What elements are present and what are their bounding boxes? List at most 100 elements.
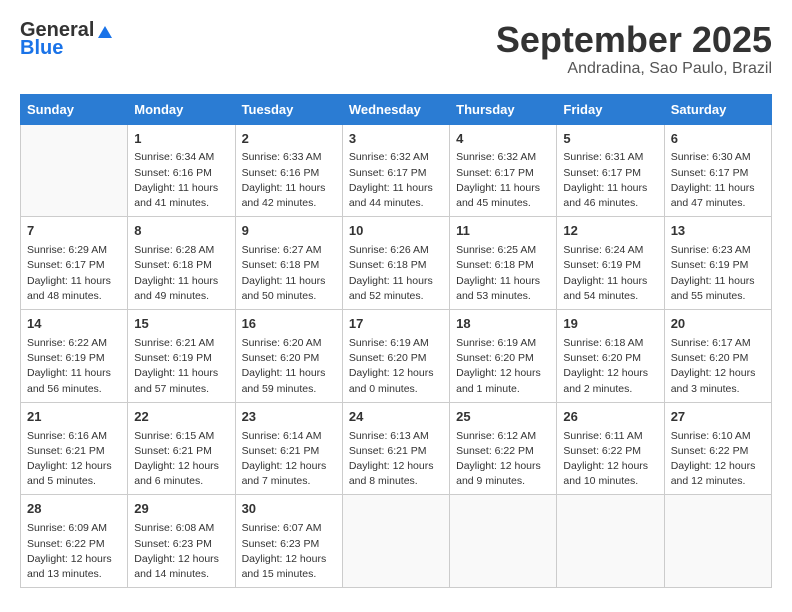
day-number: 21	[27, 408, 121, 427]
day-number: 14	[27, 315, 121, 334]
day-number: 10	[349, 222, 443, 241]
sun-info: Sunrise: 6:07 AMSunset: 6:23 PMDaylight:…	[242, 521, 336, 582]
calendar-cell: 12 Sunrise: 6:24 AMSunset: 6:19 PMDayligh…	[557, 217, 664, 310]
calendar-cell: 24 Sunrise: 6:13 AMSunset: 6:21 PMDayligh…	[342, 402, 449, 495]
weekday-header: Friday	[557, 94, 664, 124]
calendar-cell: 2Sunrise: 6:33 AMSunset: 6:16 PMDaylight…	[235, 124, 342, 217]
calendar-week-row: 1Sunrise: 6:34 AMSunset: 6:16 PMDaylight…	[21, 124, 772, 217]
location-subtitle: Andradina, Sao Paulo, Brazil	[496, 60, 772, 78]
calendar-cell: 3Sunrise: 6:32 AMSunset: 6:17 PMDaylight…	[342, 124, 449, 217]
logo: General Blue	[20, 20, 114, 58]
calendar-week-row: 28 Sunrise: 6:09 AMSunset: 6:22 PMDayligh…	[21, 495, 772, 588]
title-block: September 2025 Andradina, Sao Paulo, Bra…	[496, 20, 772, 78]
day-number: 26	[563, 408, 657, 427]
calendar-cell: 8Sunrise: 6:28 AMSunset: 6:18 PMDaylight…	[128, 217, 235, 310]
day-number: 6	[671, 130, 765, 149]
day-number: 2	[242, 130, 336, 149]
weekday-header: Tuesday	[235, 94, 342, 124]
sun-info: Sunrise: 6:14 AMSunset: 6:21 PMDaylight:…	[242, 429, 336, 490]
weekday-header: Wednesday	[342, 94, 449, 124]
sun-info: Sunrise: 6:18 AMSunset: 6:20 PMDaylight:…	[563, 336, 657, 397]
calendar-week-row: 21 Sunrise: 6:16 AMSunset: 6:21 PMDayligh…	[21, 402, 772, 495]
calendar-cell	[664, 495, 771, 588]
sun-info: Sunrise: 6:32 AMSunset: 6:17 PMDaylight:…	[456, 150, 550, 211]
day-number: 13	[671, 222, 765, 241]
day-number: 7	[27, 222, 121, 241]
calendar-week-row: 7 Sunrise: 6:29 AMSunset: 6:17 PMDaylight…	[21, 217, 772, 310]
sun-info: Sunrise: 6:08 AMSunset: 6:23 PMDaylight:…	[134, 521, 228, 582]
sun-info: Sunrise: 6:29 AMSunset: 6:17 PMDaylight:…	[27, 243, 121, 304]
calendar-header-row: SundayMondayTuesdayWednesdayThursdayFrid…	[21, 94, 772, 124]
day-number: 4	[456, 130, 550, 149]
weekday-header: Sunday	[21, 94, 128, 124]
calendar-cell: 26 Sunrise: 6:11 AMSunset: 6:22 PMDayligh…	[557, 402, 664, 495]
calendar-cell: 7 Sunrise: 6:29 AMSunset: 6:17 PMDaylight…	[21, 217, 128, 310]
day-number: 17	[349, 315, 443, 334]
sun-info: Sunrise: 6:26 AMSunset: 6:18 PMDaylight:…	[349, 243, 443, 304]
sun-info: Sunrise: 6:30 AMSunset: 6:17 PMDaylight:…	[671, 150, 765, 211]
day-number: 25	[456, 408, 550, 427]
calendar-cell: 28 Sunrise: 6:09 AMSunset: 6:22 PMDayligh…	[21, 495, 128, 588]
sun-info: Sunrise: 6:10 AMSunset: 6:22 PMDaylight:…	[671, 429, 765, 490]
sun-info: Sunrise: 6:11 AMSunset: 6:22 PMDaylight:…	[563, 429, 657, 490]
calendar-cell: 18Sunrise: 6:19 AMSunset: 6:20 PMDayligh…	[450, 310, 557, 403]
calendar-cell: 4Sunrise: 6:32 AMSunset: 6:17 PMDaylight…	[450, 124, 557, 217]
sun-info: Sunrise: 6:09 AMSunset: 6:22 PMDaylight:…	[27, 521, 121, 582]
day-number: 28	[27, 500, 121, 519]
day-number: 18	[456, 315, 550, 334]
calendar-cell	[21, 124, 128, 217]
sun-info: Sunrise: 6:16 AMSunset: 6:21 PMDaylight:…	[27, 429, 121, 490]
calendar-cell: 16Sunrise: 6:20 AMSunset: 6:20 PMDayligh…	[235, 310, 342, 403]
sun-info: Sunrise: 6:13 AMSunset: 6:21 PMDaylight:…	[349, 429, 443, 490]
calendar-cell: 30 Sunrise: 6:07 AMSunset: 6:23 PMDayligh…	[235, 495, 342, 588]
logo-blue-text: Blue	[20, 38, 63, 58]
calendar-cell: 17 Sunrise: 6:19 AMSunset: 6:20 PMDayligh…	[342, 310, 449, 403]
calendar-cell: 10 Sunrise: 6:26 AMSunset: 6:18 PMDayligh…	[342, 217, 449, 310]
day-number: 22	[134, 408, 228, 427]
sun-info: Sunrise: 6:32 AMSunset: 6:17 PMDaylight:…	[349, 150, 443, 211]
day-number: 3	[349, 130, 443, 149]
calendar-cell: 29Sunrise: 6:08 AMSunset: 6:23 PMDayligh…	[128, 495, 235, 588]
calendar-cell	[342, 495, 449, 588]
day-number: 8	[134, 222, 228, 241]
day-number: 27	[671, 408, 765, 427]
calendar-cell: 21 Sunrise: 6:16 AMSunset: 6:21 PMDayligh…	[21, 402, 128, 495]
calendar-week-row: 14 Sunrise: 6:22 AMSunset: 6:19 PMDayligh…	[21, 310, 772, 403]
calendar-cell: 23 Sunrise: 6:14 AMSunset: 6:21 PMDayligh…	[235, 402, 342, 495]
sun-info: Sunrise: 6:20 AMSunset: 6:20 PMDaylight:…	[242, 336, 336, 397]
calendar-cell: 22 Sunrise: 6:15 AMSunset: 6:21 PMDayligh…	[128, 402, 235, 495]
sun-info: Sunrise: 6:19 AMSunset: 6:20 PMDaylight:…	[349, 336, 443, 397]
sun-info: Sunrise: 6:21 AMSunset: 6:19 PMDaylight:…	[134, 336, 228, 397]
calendar-cell: 27 Sunrise: 6:10 AMSunset: 6:22 PMDayligh…	[664, 402, 771, 495]
calendar-cell: 20 Sunrise: 6:17 AMSunset: 6:20 PMDayligh…	[664, 310, 771, 403]
calendar-cell: 5Sunrise: 6:31 AMSunset: 6:17 PMDaylight…	[557, 124, 664, 217]
sun-info: Sunrise: 6:34 AMSunset: 6:16 PMDaylight:…	[134, 150, 228, 211]
day-number: 11	[456, 222, 550, 241]
calendar-cell	[557, 495, 664, 588]
sun-info: Sunrise: 6:27 AMSunset: 6:18 PMDaylight:…	[242, 243, 336, 304]
month-title: September 2025	[496, 20, 772, 60]
day-number: 24	[349, 408, 443, 427]
sun-info: Sunrise: 6:24 AMSunset: 6:19 PMDaylight:…	[563, 243, 657, 304]
calendar-cell: 13Sunrise: 6:23 AMSunset: 6:19 PMDayligh…	[664, 217, 771, 310]
calendar-cell: 15Sunrise: 6:21 AMSunset: 6:19 PMDayligh…	[128, 310, 235, 403]
sun-info: Sunrise: 6:12 AMSunset: 6:22 PMDaylight:…	[456, 429, 550, 490]
day-number: 23	[242, 408, 336, 427]
calendar-cell: 1Sunrise: 6:34 AMSunset: 6:16 PMDaylight…	[128, 124, 235, 217]
calendar-cell: 19 Sunrise: 6:18 AMSunset: 6:20 PMDayligh…	[557, 310, 664, 403]
sun-info: Sunrise: 6:22 AMSunset: 6:19 PMDaylight:…	[27, 336, 121, 397]
calendar-cell	[450, 495, 557, 588]
day-number: 5	[563, 130, 657, 149]
sun-info: Sunrise: 6:33 AMSunset: 6:16 PMDaylight:…	[242, 150, 336, 211]
weekday-header: Saturday	[664, 94, 771, 124]
sun-info: Sunrise: 6:17 AMSunset: 6:20 PMDaylight:…	[671, 336, 765, 397]
day-number: 20	[671, 315, 765, 334]
sun-info: Sunrise: 6:31 AMSunset: 6:17 PMDaylight:…	[563, 150, 657, 211]
calendar-cell: 14 Sunrise: 6:22 AMSunset: 6:19 PMDayligh…	[21, 310, 128, 403]
sun-info: Sunrise: 6:15 AMSunset: 6:21 PMDaylight:…	[134, 429, 228, 490]
day-number: 19	[563, 315, 657, 334]
calendar-cell: 11Sunrise: 6:25 AMSunset: 6:18 PMDayligh…	[450, 217, 557, 310]
day-number: 30	[242, 500, 336, 519]
weekday-header: Monday	[128, 94, 235, 124]
day-number: 12	[563, 222, 657, 241]
